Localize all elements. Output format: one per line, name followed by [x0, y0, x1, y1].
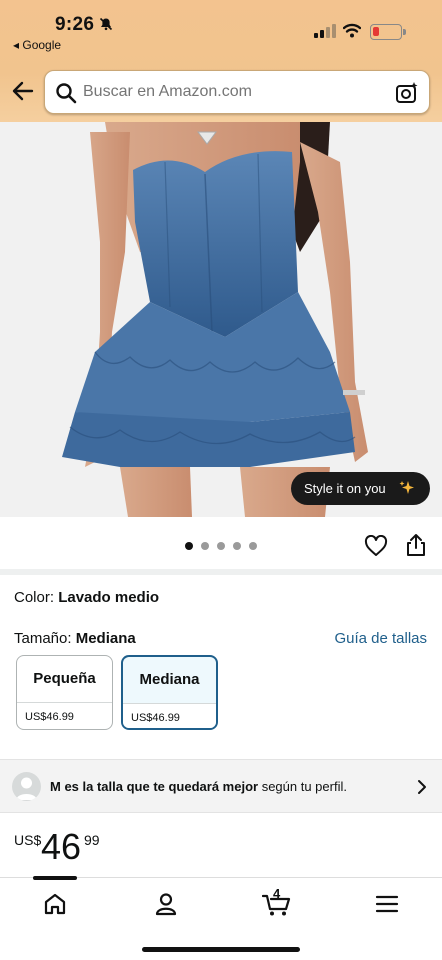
fit-recommendation-banner[interactable]: M es la talla que te quedará mejor según…: [0, 759, 442, 813]
active-tab-indicator: [33, 876, 77, 880]
page-dot[interactable]: [233, 542, 241, 550]
search-icon: [56, 83, 77, 104]
size-option-price: US$46.99: [17, 702, 112, 729]
fit-bold-text: M es la talla que te quedará mejor: [50, 779, 259, 794]
status-time: 9:26: [55, 14, 95, 35]
bottom-nav: 4: [0, 876, 442, 960]
cellular-signal-icon: [314, 24, 336, 38]
account-icon[interactable]: [153, 891, 179, 917]
page-dot[interactable]: [201, 542, 209, 550]
color-label: Color:: [14, 589, 55, 606]
wifi-icon: [343, 23, 361, 38]
price-fraction: 99: [84, 832, 100, 848]
heart-icon[interactable]: [364, 535, 388, 557]
user-icon: [16, 777, 37, 800]
app-header: 9:26 ◂ Google: [0, 0, 442, 122]
cart-icon[interactable]: [262, 891, 292, 917]
fit-rest-text: según tu perfil.: [258, 779, 347, 794]
search-bar[interactable]: [44, 70, 430, 114]
denim-dress-photo: [0, 122, 442, 517]
home-icon[interactable]: [42, 891, 68, 917]
image-pagination[interactable]: [185, 542, 257, 550]
home-indicator: [142, 947, 300, 952]
search-input[interactable]: [83, 71, 383, 113]
size-option-label: Pequeña: [33, 670, 96, 687]
size-option-label: Mediana: [139, 671, 200, 688]
fit-recommendation-text: M es la talla que te quedará mejor según…: [50, 779, 347, 794]
sparkle-icon: [399, 481, 414, 494]
bell-muted-icon: [99, 17, 113, 31]
price-whole: 46: [41, 826, 82, 867]
color-value: Lavado medio: [58, 589, 160, 606]
back-arrow-icon[interactable]: [10, 78, 36, 104]
section-divider: [0, 569, 442, 575]
page-dot[interactable]: [217, 542, 225, 550]
size-label: Tamaño:: [14, 630, 72, 647]
battery-icon: [370, 24, 406, 40]
avatar: [12, 772, 41, 801]
chevron-right-icon: [418, 780, 426, 794]
page-dot[interactable]: [185, 542, 193, 550]
size-selection: Tamaño: Mediana: [14, 630, 136, 647]
share-icon[interactable]: [405, 533, 427, 557]
size-value: Mediana: [75, 630, 136, 647]
back-to-app-link[interactable]: ◂ Google: [13, 38, 61, 52]
product-image[interactable]: [0, 122, 442, 517]
style-it-on-you-button[interactable]: Style it on you: [291, 472, 430, 505]
camera-scan-icon[interactable]: [395, 81, 419, 105]
size-option-mediana[interactable]: Mediana US$46.99: [121, 655, 218, 730]
color-selection: Color: Lavado medio: [14, 589, 159, 606]
size-option-price: US$46.99: [123, 703, 216, 728]
page-dot[interactable]: [249, 542, 257, 550]
price-currency: US$: [14, 832, 42, 848]
size-option-pequena[interactable]: Pequeña US$46.99: [16, 655, 113, 730]
style-button-label: Style it on you: [304, 481, 386, 496]
size-guide-link[interactable]: Guía de tallas: [334, 630, 427, 647]
menu-icon[interactable]: [374, 891, 400, 917]
